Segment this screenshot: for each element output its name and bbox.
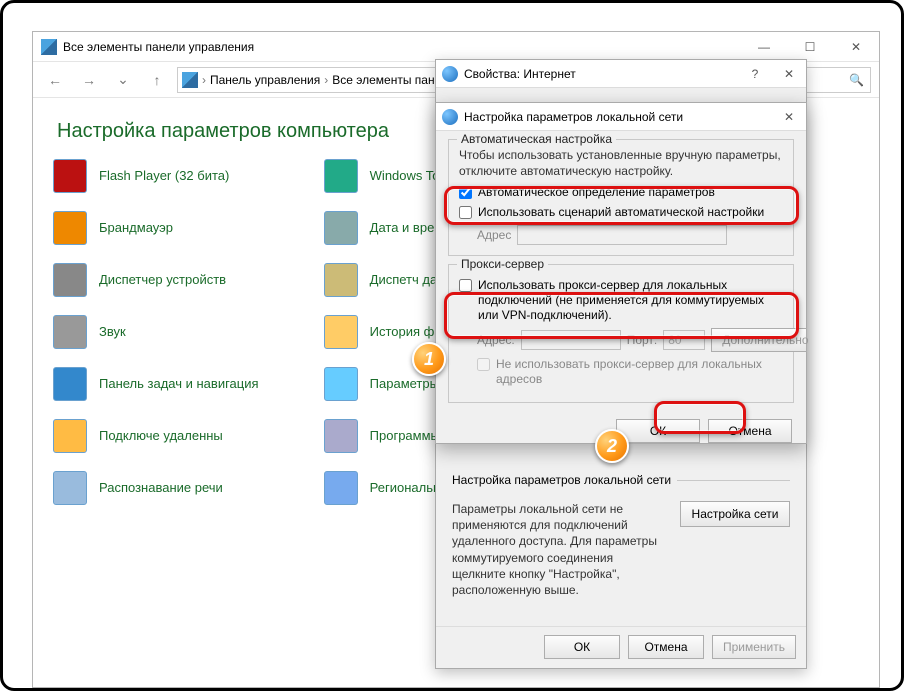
auto-legend: Автоматическая настройка [457, 132, 616, 146]
auto-script-checkbox[interactable] [459, 206, 472, 219]
nav-up-button[interactable]: ↑ [143, 66, 171, 94]
proxy-use-checkbox[interactable] [459, 279, 472, 292]
proxy-port-input [663, 330, 705, 350]
cp-item-label: Windows To [370, 169, 440, 184]
lan-section: Настройка параметров локальной сети Пара… [436, 466, 806, 608]
proxy-address-input [521, 330, 621, 350]
proxy-use-row[interactable]: Использовать прокси-сервер для локальных… [459, 278, 783, 323]
parent-cancel-button[interactable]: Отмена [628, 635, 704, 659]
proxy-bypass-row: Не использовать прокси-сервер для локаль… [477, 357, 783, 387]
cp-item-label: Flash Player (32 бита) [99, 169, 229, 184]
cp-item[interactable]: Диспетчер устройств [53, 259, 318, 301]
lan-settings-title: Настройка параметров локальной сети [464, 110, 683, 124]
lan-settings-titlebar[interactable]: Настройка параметров локальной сети ✕ [436, 103, 806, 131]
parent-ok-button[interactable]: ОК [544, 635, 620, 659]
help-button[interactable]: ? [738, 60, 772, 87]
auto-config-group: Автоматическая настройка Чтобы использов… [448, 139, 794, 256]
maximize-button[interactable]: ☐ [787, 32, 833, 61]
breadcrumb-root[interactable]: Панель управления [210, 73, 320, 87]
auto-detect-row[interactable]: Автоматическое определение параметров [459, 185, 783, 200]
cp-window-title: Все элементы панели управления [63, 40, 254, 54]
cp-item-label: Звук [99, 325, 126, 340]
proxy-port-label: Порт: [627, 333, 658, 347]
proxy-address-label: Адрес: [477, 333, 515, 347]
lan-section-heading: Настройка параметров локальной сети [452, 473, 677, 487]
cp-item-label: Распознавание речи [99, 481, 223, 496]
win-icon [324, 159, 358, 193]
close-button[interactable]: ✕ [772, 103, 806, 130]
proxy-bypass-checkbox [477, 358, 490, 371]
proxy-address-row: Адрес: Порт: Дополнительно [477, 328, 783, 352]
lan-icon [442, 109, 458, 125]
cp-item-label: Подключе удаленны [99, 429, 223, 444]
cp-item[interactable]: Панель задач и навигация [53, 363, 318, 405]
step-badge-1: 1 [412, 342, 446, 376]
auto-detect-checkbox[interactable] [459, 186, 472, 199]
lan-section-note: Параметры локальной сети не применяются … [452, 501, 670, 598]
speech-icon [53, 471, 87, 505]
minimize-button[interactable]: — [741, 32, 787, 61]
close-button[interactable]: ✕ [772, 60, 806, 87]
proxy-bypass-label: Не использовать прокси-сервер для локаль… [496, 357, 783, 387]
taskbar-icon [53, 367, 87, 401]
nav-recent-button[interactable]: ⌄ [109, 66, 137, 94]
lan-ok-button[interactable]: ОК [616, 419, 700, 443]
auto-note: Чтобы использовать установленные вручную… [459, 148, 783, 179]
auto-address-label: Адрес [477, 228, 511, 242]
auto-address-input [517, 225, 727, 245]
region-icon [324, 471, 358, 505]
proxy-legend: Прокси-сервер [457, 257, 548, 271]
nav-forward-button[interactable]: → [75, 66, 103, 94]
cp-item-label: Панель задач и навигация [99, 377, 259, 392]
cp-item[interactable]: Flash Player (32 бита) [53, 155, 318, 197]
lan-cancel-button[interactable]: Отмена [708, 419, 792, 443]
clock-icon [324, 211, 358, 245]
index-icon [324, 367, 358, 401]
auto-script-row[interactable]: Использовать сценарий автоматической нас… [459, 205, 783, 220]
cp-item[interactable]: Брандмауэр [53, 207, 318, 249]
lan-settings-dialog: Настройка параметров локальной сети ✕ Ав… [435, 102, 807, 444]
internet-properties-titlebar[interactable]: Свойства: Интернет ? ✕ [436, 60, 806, 88]
proxy-advanced-button: Дополнительно [711, 328, 807, 352]
programs-icon [324, 419, 358, 453]
firewall-icon [53, 211, 87, 245]
proxy-use-label: Использовать прокси-сервер для локальных… [478, 278, 783, 323]
sound-icon [53, 315, 87, 349]
cp-item[interactable]: Подключе удаленны [53, 415, 318, 457]
cp-item[interactable]: Звук [53, 311, 318, 353]
cp-item[interactable]: Распознавание речи [53, 467, 318, 509]
cp-titlebar[interactable]: Все элементы панели управления — ☐ ✕ [33, 32, 879, 62]
auto-script-label: Использовать сценарий автоматической нас… [478, 205, 764, 220]
flash-icon [53, 159, 87, 193]
auto-address-row: Адрес [477, 225, 783, 245]
nav-back-button[interactable]: ← [41, 66, 69, 94]
auto-detect-label: Автоматическое определение параметров [478, 185, 715, 200]
cp-item-label: Диспетчер устройств [99, 273, 226, 288]
close-button[interactable]: ✕ [833, 32, 879, 61]
step-badge-2: 2 [595, 429, 629, 463]
history-icon [324, 315, 358, 349]
internet-icon [442, 66, 458, 82]
control-panel-icon [41, 39, 57, 55]
breadcrumb-icon [182, 72, 198, 88]
cp-item-label: Брандмауэр [99, 221, 173, 236]
internet-properties-title: Свойства: Интернет [464, 67, 576, 81]
parent-apply-button[interactable]: Применить [712, 635, 796, 659]
remote-icon [53, 419, 87, 453]
search-icon: 🔍 [849, 73, 864, 87]
lan-settings-button[interactable]: Настройка сети [680, 501, 790, 527]
creds-icon [324, 263, 358, 297]
device-icon [53, 263, 87, 297]
proxy-group: Прокси-сервер Использовать прокси-сервер… [448, 264, 794, 403]
